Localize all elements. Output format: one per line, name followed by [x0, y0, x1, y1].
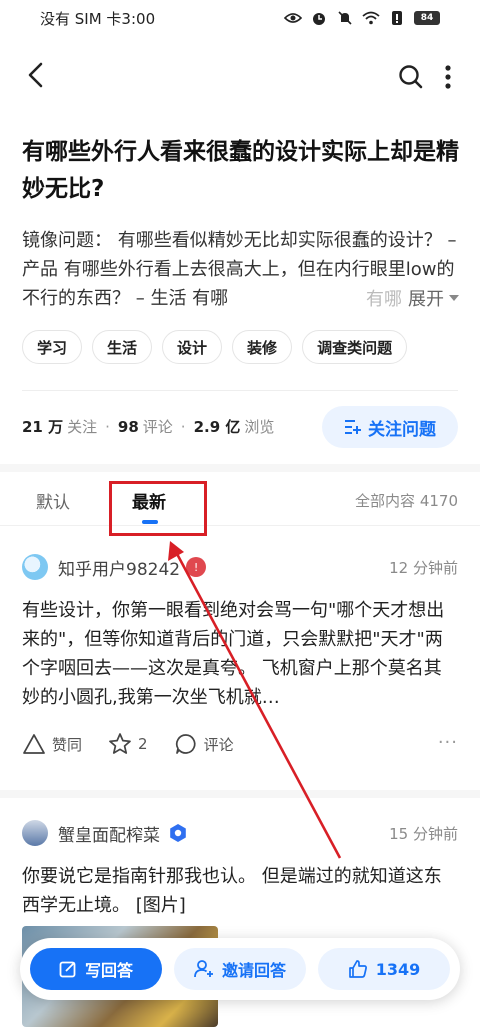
author-name[interactable]: 蟹皇面配榨菜 — [58, 821, 160, 846]
answer-excerpt[interactable]: 有些设计，你第一眼看到绝对会骂一句"哪个天才想出来的"，但等你知道背后的门道，只… — [22, 596, 458, 712]
like-count: 1349 — [375, 959, 421, 979]
views-label: 浏览 — [244, 418, 275, 436]
battery-icon: 84 — [414, 11, 440, 25]
tag-chip[interactable]: 设计 — [162, 330, 223, 364]
expand-button[interactable]: 有哪 展开 — [332, 284, 460, 312]
carrier-time: 没有 SIM 卡3:00 — [40, 9, 156, 28]
avatar[interactable] — [22, 554, 48, 580]
comments-count: 98 — [117, 417, 139, 436]
agree-label: 赞同 — [52, 735, 83, 754]
followers-count: 21 万 — [22, 418, 64, 436]
answer-card[interactable]: 知乎用户98242 ! 12 分钟前 有些设计，你第一眼看到绝对会骂一句"哪个天… — [22, 552, 458, 758]
triangle-up-icon — [23, 734, 45, 754]
star-button[interactable]: 2 — [108, 732, 148, 756]
follow-question-button[interactable]: 关注问题 — [322, 406, 458, 448]
answer-card[interactable]: 蟹皇面配榨菜 15 分钟前 你要说它是指南针那我也认。 但是端过的就知道这东西学… — [22, 818, 458, 920]
top-nav — [0, 52, 480, 100]
search-button[interactable] — [398, 64, 424, 90]
search-icon — [399, 65, 423, 89]
like-button[interactable]: 1349 — [318, 948, 450, 990]
followers-label: 关注 — [67, 418, 98, 436]
comment-icon — [175, 734, 196, 754]
wifi-icon — [362, 11, 380, 25]
answer-excerpt[interactable]: 你要说它是指南针那我也认。 但是端过的就知道这东西学无止境。 [图片] — [22, 862, 458, 920]
follow-question-label: 关注问题 — [368, 419, 436, 440]
divider — [22, 390, 458, 391]
tag-chip[interactable]: 装修 — [232, 330, 293, 364]
follow-list-icon — [345, 420, 361, 434]
back-button[interactable] — [22, 60, 52, 90]
views-count: 2.9 亿 — [193, 418, 241, 436]
write-answer-label: 写回答 — [84, 961, 133, 980]
question-stats: 21 万 关注 · 98 评论 · 2.9 亿 浏览 — [22, 416, 274, 437]
answer-time: 12 分钟前 — [389, 559, 458, 577]
agree-button[interactable]: 赞同 — [22, 733, 82, 755]
tag-chip[interactable]: 生活 — [92, 330, 153, 364]
eye-icon — [284, 11, 302, 25]
question-title: 有哪些外行人看来很蠢的设计实际上却是精妙无比? — [22, 139, 459, 202]
star-icon — [109, 733, 131, 754]
section-gap — [0, 464, 480, 472]
invite-answer-button[interactable]: 邀请回答 — [174, 948, 306, 990]
comment-button[interactable]: 评论 — [174, 732, 234, 756]
expand-fade-text: 有哪 — [366, 289, 402, 310]
answer-header: 蟹皇面配榨菜 15 分钟前 — [22, 818, 458, 848]
more-vertical-icon — [445, 65, 451, 89]
write-answer-button[interactable]: 写回答 — [30, 948, 162, 990]
comments-label[interactable]: 评论 — [143, 416, 173, 437]
tab-default[interactable]: 默认 — [36, 488, 70, 513]
badge-icon: ! — [186, 557, 207, 577]
avatar[interactable] — [22, 820, 48, 846]
answer-time: 15 分钟前 — [389, 825, 458, 843]
chevron-left-icon — [28, 62, 43, 88]
thumbs-up-icon — [348, 960, 367, 978]
tag-chip[interactable]: 学习 — [22, 330, 83, 364]
mute-icon — [336, 11, 354, 25]
caret-down-icon — [449, 295, 459, 301]
more-button[interactable] — [438, 64, 458, 90]
invite-answer-label: 邀请回答 — [221, 961, 286, 980]
edit-icon — [59, 961, 76, 978]
separator-dot: · — [105, 417, 110, 436]
annotation-highlight-box — [109, 481, 207, 536]
expand-label: 展开 — [408, 289, 444, 310]
alarm-icon — [310, 11, 328, 25]
more-horizontal-icon[interactable]: ··· — [438, 732, 458, 753]
separator-dot: · — [180, 417, 186, 436]
tag-chip[interactable]: 调查类问题 — [302, 330, 408, 364]
alert-icon — [388, 11, 406, 25]
verified-badge-icon — [168, 823, 188, 843]
bottom-action-bar: 写回答 邀请回答 1349 — [20, 938, 460, 1000]
invite-user-icon — [194, 960, 213, 978]
author-name[interactable]: 知乎用户98242 — [58, 555, 180, 580]
tag-list: 学习 生活 设计 装修 调查类问题 — [22, 330, 408, 364]
status-icons: 84 — [284, 11, 440, 25]
section-gap — [0, 790, 480, 798]
star-count: 2 — [138, 735, 148, 753]
answer-actions: 赞同 2 评论 ··· — [22, 730, 458, 758]
comment-label: 评论 — [203, 735, 234, 754]
status-bar: 没有 SIM 卡3:00 84 — [0, 0, 480, 36]
answer-header: 知乎用户98242 ! 12 分钟前 — [22, 552, 458, 582]
all-content-count[interactable]: 全部内容 4170 — [355, 490, 458, 511]
